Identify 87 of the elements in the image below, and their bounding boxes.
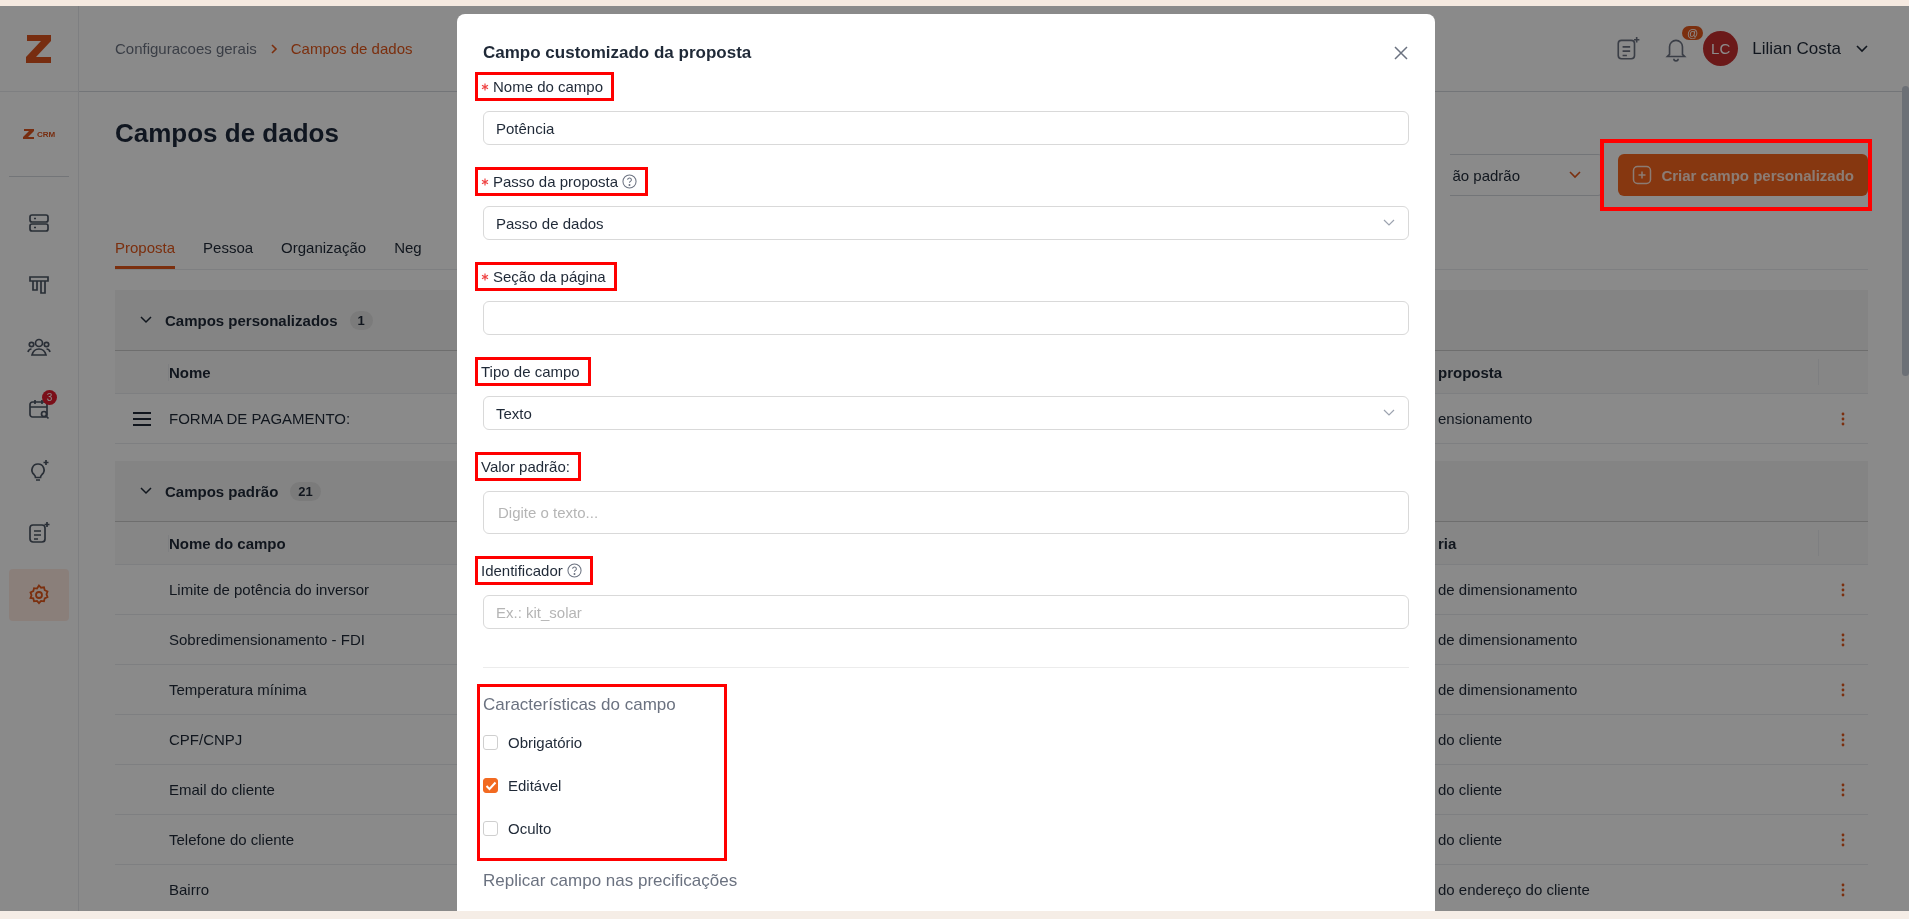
server-icon	[27, 211, 51, 235]
table-cell: do cliente	[1438, 831, 1503, 848]
column-header: Nome	[168, 363, 211, 381]
more-icon[interactable]	[1841, 632, 1845, 647]
checkbox[interactable]	[483, 778, 498, 793]
tab[interactable]: Proposta	[115, 235, 176, 269]
tab[interactable]: Pessoa	[203, 235, 254, 269]
breadcrumb-link[interactable]: Campos de dados	[290, 40, 413, 57]
chevron-down-icon	[1382, 408, 1396, 418]
table-cell: do endereço do cliente	[1438, 881, 1590, 898]
more-icon[interactable]	[1841, 832, 1845, 847]
chevron-down-icon	[1568, 170, 1583, 180]
checkbox-label[interactable]: Obrigatório	[508, 734, 583, 751]
brand-name: CRM	[36, 129, 56, 139]
table-cell: Sobredimensionamento - FDI	[169, 631, 365, 648]
close-icon[interactable]	[1393, 45, 1409, 61]
count-badge: 21	[290, 481, 321, 501]
chevron-icon	[139, 486, 153, 496]
more-icon[interactable]	[1841, 732, 1845, 747]
table-cell: ensionamento	[1438, 410, 1533, 427]
table-cell: Telefone do cliente	[169, 831, 295, 848]
checkbox[interactable]	[483, 735, 498, 750]
select-field[interactable]: Passo de dados	[483, 206, 1409, 240]
table-cell: Bairro	[169, 881, 209, 898]
more-icon[interactable]	[1841, 682, 1845, 697]
user-name[interactable]: Lilian Costa	[1752, 38, 1841, 59]
table-cell: do cliente	[1438, 781, 1503, 798]
help-icon[interactable]	[622, 174, 638, 189]
more-icon[interactable]	[1841, 882, 1845, 897]
tab[interactable]: Neg	[394, 235, 422, 269]
input-field[interactable]: Ex.: kit_solar	[483, 595, 1409, 629]
select-field[interactable]: Texto	[483, 396, 1409, 430]
help-icon[interactable]	[566, 563, 582, 578]
section-title: Campos personalizados	[165, 311, 338, 329]
checkbox-label[interactable]: Editável	[508, 777, 562, 794]
caret-icon[interactable]	[1855, 43, 1869, 54]
more-icon[interactable]	[1841, 782, 1845, 797]
table-cell: de dimensionamento	[1438, 681, 1578, 698]
checkbox-label[interactable]: Oculto	[508, 820, 552, 837]
column-header: proposta	[1438, 363, 1503, 381]
chevron-right-icon	[268, 42, 279, 55]
more-icon[interactable]	[1841, 411, 1845, 426]
more-icon[interactable]	[1841, 582, 1845, 597]
table-cell: Email do cliente	[169, 781, 275, 798]
table-cell: CPF/CNPJ	[169, 731, 243, 748]
settings-icon	[27, 583, 51, 607]
field-label: Tipo de campo	[481, 363, 580, 380]
logo-icon	[24, 32, 54, 65]
section-title: Campos padrão	[165, 482, 279, 500]
input-field[interactable]: Potência	[483, 111, 1409, 145]
chevron-icon	[139, 315, 153, 325]
modal-title: Campo customizado da proposta	[483, 43, 752, 63]
sidebar-item[interactable]	[9, 569, 69, 621]
notes-icon	[27, 521, 51, 545]
notification-badge: @	[1682, 25, 1704, 40]
sidebar-item[interactable]: 3	[9, 383, 69, 435]
tab[interactable]: Organização	[281, 235, 367, 269]
table-cell: Limite de potência do inversor	[169, 581, 370, 598]
group-title: Características do campo	[483, 695, 677, 715]
field-label: Valor padrão:	[481, 458, 570, 475]
board-icon	[27, 273, 51, 297]
field-label: Seção da página	[493, 268, 606, 285]
notes-icon[interactable]	[1615, 35, 1642, 62]
input-field[interactable]	[483, 301, 1409, 335]
table-cell: FORMA DE PAGAMENTO:	[169, 410, 351, 427]
field-label: Passo da proposta	[493, 173, 619, 190]
group-title: Replicar campo nas precificações	[483, 871, 739, 891]
plus-icon	[1632, 165, 1653, 185]
scrollbar-thumb[interactable]	[1902, 86, 1909, 376]
page-title: Campos de dados	[115, 118, 339, 150]
input-field[interactable]: Digite o texto...	[483, 491, 1409, 534]
drag-handle-icon[interactable]	[132, 411, 152, 426]
count-badge: 3	[42, 390, 57, 405]
user-avatar[interactable]: LC	[1703, 31, 1739, 66]
table-cell: Temperatura mínima	[169, 681, 307, 698]
count-badge: 1	[349, 310, 373, 330]
table-cell: de dimensionamento	[1438, 581, 1578, 598]
field-label: Nome do campo	[493, 78, 604, 95]
chevron-down-icon	[1382, 218, 1396, 228]
checkbox[interactable]	[483, 821, 498, 836]
table-cell: do cliente	[1438, 731, 1503, 748]
column-header: Nome do campo	[168, 534, 286, 552]
table-cell: de dimensionamento	[1438, 631, 1578, 648]
column-header: ria	[1438, 534, 1457, 552]
breadcrumb-link[interactable]: Configuracoes gerais	[115, 40, 257, 57]
logo-icon	[22, 128, 35, 140]
field-label: Identificador	[481, 562, 563, 579]
